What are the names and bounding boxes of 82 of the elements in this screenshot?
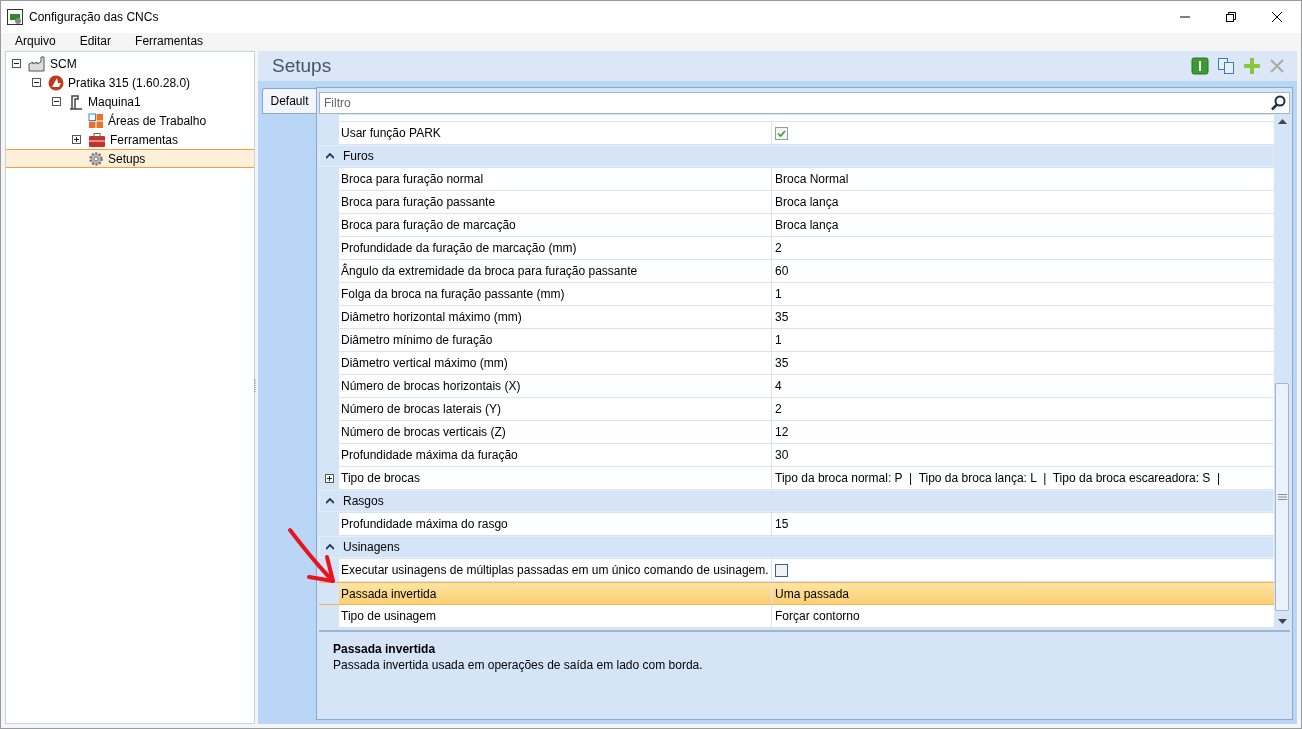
menu-item[interactable]: Ferramentas (135, 34, 204, 48)
expander-icon[interactable] (52, 97, 61, 106)
property-value: 60 (775, 264, 789, 278)
restore-icon[interactable] (1225, 11, 1237, 23)
splitter-grip[interactable] (254, 378, 257, 394)
property-value: Broca lança (775, 218, 839, 232)
property-value: 4 (775, 379, 782, 393)
property-name: Tipo de brocas (341, 471, 420, 485)
property-name: Profundidade máxima do rasgo (341, 517, 508, 531)
gear-icon (88, 150, 104, 167)
property-name: Broca para furação passante (341, 195, 496, 209)
property-name: Broca para furação normal (341, 172, 484, 186)
property-name: Executar usinagens de múltiplas passadas em um único comando de usinagem. (341, 563, 769, 577)
scroll-up-icon[interactable] (1277, 119, 1287, 124)
property-name: Diâmetro vertical máximo (mm) (341, 356, 508, 370)
tree-item[interactable]: Pratika 315 (1.60.28.0) (6, 73, 254, 92)
scroll-down-icon[interactable] (1277, 619, 1287, 624)
description-title: Passada invertida (333, 642, 437, 656)
menu-item[interactable]: Editar (79, 34, 112, 48)
toolbox-icon (88, 131, 106, 148)
tree-item[interactable]: Áreas de Trabalho (6, 111, 254, 130)
tree-item[interactable]: Ferramentas (6, 130, 254, 149)
expander-icon[interactable] (32, 78, 41, 87)
property-name: Ângulo da extremidade da broca para furação passante (341, 264, 638, 278)
section-header[interactable]: Furos (319, 145, 1274, 167)
filter-field[interactable]: Filtro (319, 92, 1290, 114)
property-row[interactable]: Passada invertida Uma passada (319, 582, 1274, 605)
scrollbar-thumb[interactable] (1275, 383, 1289, 611)
property-name: Profundidade da furação de marcação (mm) (341, 241, 577, 255)
property-name: Usar função PARK (341, 126, 441, 140)
property-value: 2 (775, 402, 782, 416)
property-value: Broca Normal (775, 172, 849, 186)
window-title: Configuração das CNCs (29, 10, 159, 24)
property-name: Número de brocas verticais (Z) (341, 425, 506, 439)
property-name: Passada invertida (341, 586, 437, 601)
property-name: Diâmetro mínimo de furação (341, 333, 493, 347)
collapse-icon[interactable] (326, 544, 334, 550)
arrow-drawing (287, 527, 337, 585)
property-value: 30 (775, 448, 789, 462)
machine-icon (68, 93, 84, 110)
property-name: Diâmetro horizontal máximo (mm) (341, 310, 522, 324)
collapse-icon[interactable] (326, 153, 334, 159)
property-value: 2 (775, 241, 782, 255)
property-name: Broca para furação de marcação (341, 218, 516, 232)
grid-icon (88, 112, 104, 129)
property-value: Uma passada (775, 586, 850, 601)
expander-icon[interactable] (72, 135, 81, 144)
checkbox[interactable] (775, 126, 788, 140)
property-value: 1 (775, 333, 782, 347)
property-value: Broca lança (775, 195, 839, 209)
property-name: Número de brocas horizontais (X) (341, 379, 521, 393)
property-value: 35 (775, 356, 789, 370)
info-icon[interactable] (1191, 57, 1209, 75)
factory-icon (28, 55, 46, 72)
panel-title: Setups (272, 55, 332, 77)
checkbox[interactable] (775, 563, 788, 577)
tree-item[interactable]: Maquina1 (6, 92, 254, 111)
description-text: Passada invertida usada em operações de saída em lado com borda. (333, 658, 704, 672)
property-value: 1 (775, 287, 782, 301)
expander-icon[interactable] (12, 59, 21, 68)
tree-item[interactable]: Setups (6, 149, 254, 168)
app-icon (7, 9, 23, 25)
section-header[interactable]: Rasgos (319, 490, 1274, 512)
close-icon[interactable] (1271, 11, 1283, 23)
property-name: Número de brocas laterais (Y) (341, 402, 502, 416)
property-value: Tipo da broca normal: P | Tipo da broca lança: L | Tipo da broca escareadora: S | (775, 471, 1221, 485)
copy-icon[interactable] (1217, 57, 1235, 75)
section-header[interactable]: Usinagens (319, 536, 1274, 558)
property-name: Tipo de usinagem (341, 609, 436, 623)
property-name: Profundidade máxima da furação (341, 448, 518, 462)
expander-icon[interactable] (324, 473, 334, 483)
property-value: 12 (775, 425, 789, 439)
search-icon[interactable] (1270, 95, 1286, 111)
tab[interactable]: Default (262, 88, 316, 114)
tree-item[interactable]: SCM (6, 54, 254, 73)
menu-item[interactable]: Arquivo (15, 34, 56, 48)
property-name: Folga da broca na furação passante (mm) (341, 287, 565, 301)
property-value: Forçar contorno (775, 609, 860, 623)
property-value: 35 (775, 310, 789, 324)
collapse-icon[interactable] (326, 498, 334, 504)
logo-icon (48, 74, 64, 91)
property-value: 15 (775, 517, 789, 531)
